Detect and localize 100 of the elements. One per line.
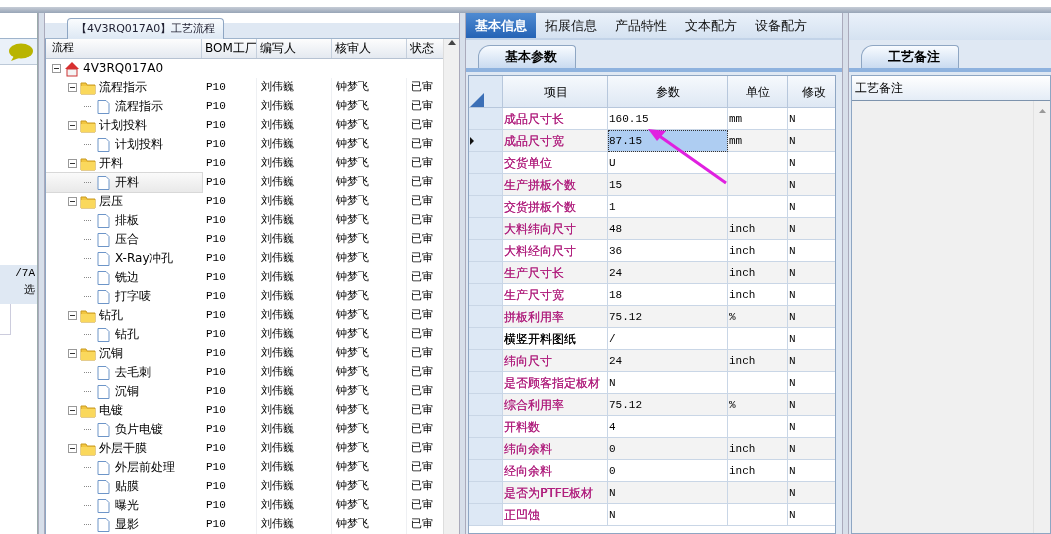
tree-node-label[interactable]: 流程指示 <box>99 78 147 97</box>
tree-node-label[interactable]: 层压 <box>99 192 123 211</box>
splitter[interactable] <box>38 13 45 534</box>
collapse-icon[interactable] <box>68 83 77 92</box>
table-cell: N <box>788 482 835 504</box>
table-cell: 刘伟巍 <box>257 325 332 344</box>
table-cell: 75.12 <box>608 394 728 416</box>
section-tab[interactable]: 基本参数 <box>478 45 576 68</box>
table-cell: 钟梦飞 <box>332 477 407 496</box>
tab[interactable]: 产品特性 <box>606 13 676 38</box>
table-cell: 钟梦飞 <box>332 401 407 420</box>
collapse-icon[interactable] <box>68 406 77 415</box>
tree-node-label[interactable]: 外层干膜 <box>99 439 147 458</box>
collapse-icon[interactable] <box>52 64 61 73</box>
tree-node-label[interactable]: 计划投料 <box>99 116 147 135</box>
tree-node-label[interactable]: X-Ray冲孔 <box>115 249 174 268</box>
table-cell: 钟梦飞 <box>332 192 407 211</box>
splitter[interactable] <box>459 13 466 534</box>
tree-node-label[interactable]: 流程指示 <box>115 97 163 116</box>
row-header[interactable] <box>469 130 503 152</box>
folder-icon <box>80 402 96 419</box>
table-cell: P10 <box>202 344 257 363</box>
table-cell: 87.15 <box>608 130 728 152</box>
tab[interactable]: 基本信息 <box>466 13 536 38</box>
table-cell: P10 <box>202 78 257 97</box>
table-cell: 拼板利用率 <box>503 306 608 328</box>
tree-line <box>84 486 93 487</box>
column-header[interactable]: 参数 <box>608 76 728 108</box>
column-header[interactable]: 单位 <box>728 76 788 108</box>
table-cell: P10 <box>202 382 257 401</box>
collapse-icon[interactable] <box>68 349 77 358</box>
tree-line <box>84 524 93 525</box>
tree-node-label[interactable]: 压合 <box>115 230 139 249</box>
tab[interactable]: 拓展信息 <box>536 13 606 38</box>
column-header[interactable]: 项目 <box>503 76 608 108</box>
folder-icon <box>80 307 96 324</box>
tree-node-label[interactable]: 打字唛 <box>115 287 151 306</box>
splitter[interactable] <box>842 13 849 534</box>
panel-tab[interactable]: 【4V3RQ017A0】工艺流程 <box>67 18 225 39</box>
tree-line <box>84 277 93 278</box>
collapse-icon[interactable] <box>68 444 77 453</box>
tree-line <box>84 106 93 107</box>
tree-node-label[interactable]: 计划投料 <box>115 135 163 154</box>
tree-node-label[interactable]: 铣边 <box>115 268 139 287</box>
table-cell: % <box>728 394 788 416</box>
folder-icon <box>80 440 96 457</box>
tree-node-label[interactable]: 开料 <box>115 173 139 192</box>
table-cell: P10 <box>202 420 257 439</box>
page-icon <box>96 288 112 305</box>
collapse-icon[interactable] <box>68 197 77 206</box>
scroll-up-icon <box>1038 109 1046 113</box>
tree-node-label[interactable]: 排板 <box>115 211 139 230</box>
column-header[interactable]: 流程 <box>46 39 202 58</box>
collapse-icon[interactable] <box>68 159 77 168</box>
table-cell: 刘伟巍 <box>257 477 332 496</box>
page-icon <box>96 421 112 438</box>
tree-node-label[interactable]: 沉铜 <box>99 344 123 363</box>
tab[interactable]: 文本配方 <box>676 13 746 38</box>
page-icon <box>96 250 112 267</box>
notes-area[interactable] <box>852 101 1050 533</box>
tree-node-label[interactable]: 沉铜 <box>115 382 139 401</box>
table-cell: 刘伟巍 <box>257 515 332 534</box>
table-cell: P10 <box>202 287 257 306</box>
tree-node-label[interactable]: 曝光 <box>115 496 139 515</box>
table-cell: 成品尺寸宽 <box>503 130 608 152</box>
column-header[interactable]: 编写人 <box>257 39 332 58</box>
table-cell: N <box>608 482 728 504</box>
table-cell: P10 <box>202 477 257 496</box>
tree-node-label[interactable]: 钻孔 <box>99 306 123 325</box>
table-cell: 75.12 <box>608 306 728 328</box>
page-icon <box>96 174 112 191</box>
collapse-icon[interactable] <box>68 311 77 320</box>
tree-node-label[interactable]: 电镀 <box>99 401 123 420</box>
tree-line <box>84 372 93 373</box>
table-cell: 24 <box>608 262 728 284</box>
speech-bubble-icon <box>8 42 34 61</box>
tree-node-label[interactable]: 钻孔 <box>115 325 139 344</box>
table-cell: 刘伟巍 <box>257 230 332 249</box>
tree-node-label[interactable]: 负片电镀 <box>115 420 163 439</box>
tree-node-label[interactable]: 开料 <box>99 154 123 173</box>
tree-line <box>84 144 93 145</box>
tree-node-label[interactable]: 外层前处理 <box>115 458 175 477</box>
table-cell: 刘伟巍 <box>257 420 332 439</box>
column-header[interactable]: BOM工厂 <box>202 39 257 58</box>
column-header[interactable]: 核审人 <box>332 39 407 58</box>
section-tab[interactable]: 工艺备注 <box>861 45 959 68</box>
tab[interactable]: 设备配方 <box>746 13 816 38</box>
table-cell: 刘伟巍 <box>257 306 332 325</box>
column-header[interactable]: 修改 <box>788 76 835 108</box>
collapse-icon[interactable] <box>68 121 77 130</box>
table-cell: 正凹蚀 <box>503 504 608 526</box>
page-icon <box>96 497 112 514</box>
table-cell: N <box>788 306 835 328</box>
tree-node-label[interactable]: 贴膜 <box>115 477 139 496</box>
table-cell: 钟梦飞 <box>332 116 407 135</box>
scrollbar[interactable] <box>443 39 459 534</box>
table-cell: 纬向余料 <box>503 438 608 460</box>
tree-node-label[interactable]: 4V3RQ017A0 <box>83 59 163 78</box>
tree-node-label[interactable]: 显影 <box>115 515 139 534</box>
tree-node-label[interactable]: 去毛刺 <box>115 363 151 382</box>
